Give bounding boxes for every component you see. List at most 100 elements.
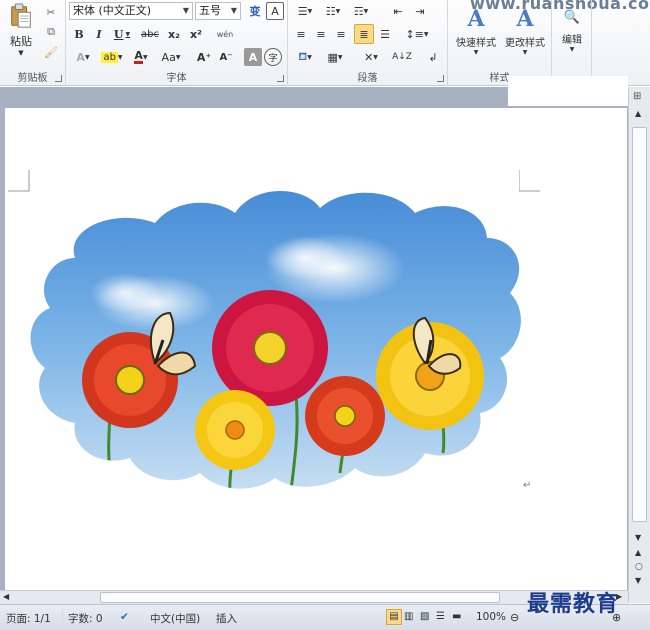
bold-button[interactable]: B [70, 25, 88, 43]
underline-button[interactable]: U ▼ [110, 25, 134, 43]
paint-bucket-icon: ⛾ [298, 49, 308, 63]
proofing-icon[interactable]: ✔ [120, 611, 129, 623]
reading-view-icon[interactable]: ▥ [404, 611, 413, 622]
grow-font-label: A⁺ [196, 50, 212, 64]
paste-label: 粘贴 [10, 35, 32, 48]
web-view-icon[interactable]: ▧ [420, 611, 429, 622]
status-words[interactable]: 字数: 0 [68, 611, 103, 626]
font-name-combo[interactable]: 宋体 (中文正文) ▼ [69, 2, 193, 20]
cut-button[interactable]: ✂ [42, 4, 60, 20]
font-color-button[interactable]: A ▼ [128, 48, 154, 66]
yellow-flower-bottom [195, 390, 275, 470]
scroll-down-icon[interactable]: ▼ [635, 533, 641, 542]
font-size-combo[interactable]: 五号 ▼ [195, 2, 241, 20]
borders-button[interactable]: ▦ ▼ [322, 48, 348, 66]
superscript-label: x² [190, 27, 202, 41]
scroll-left-icon[interactable]: ◀ [3, 592, 9, 601]
status-insert-mode[interactable]: 插入 [216, 611, 237, 626]
multilevel-list-button[interactable]: ☶ ▼ [348, 2, 374, 20]
quick-styles-icon: A [467, 6, 485, 32]
scroll-thumb[interactable] [632, 127, 647, 522]
bullets-button[interactable]: ☰ ▼ [292, 2, 318, 20]
vertical-scrollbar[interactable]: ⊞ ▲ ▼ ▲ ○ ▼ [628, 87, 650, 603]
document-page[interactable]: ↵ [5, 108, 627, 591]
chevron-down-icon: ▼ [142, 53, 148, 61]
font-group-label: 字体 [166, 73, 187, 84]
highlight-button[interactable]: ab ▼ [98, 48, 126, 66]
status-language[interactable]: 中文(中国) [150, 611, 200, 626]
ruler-toggle-icon[interactable]: ⊞ [633, 91, 641, 102]
red-flower-right [305, 376, 385, 456]
distribute-button[interactable]: ☰ [376, 25, 394, 43]
editing-button[interactable]: 🔍 编辑 ▼ [556, 2, 588, 60]
shrink-font-button[interactable]: A⁻ [216, 48, 236, 66]
chevron-down-icon: ▼ [175, 53, 181, 61]
increase-indent-button[interactable]: ⇥ [410, 2, 430, 20]
change-styles-button[interactable]: A 更改样式 ▼ [500, 2, 550, 60]
text-effect-icon: A [76, 50, 85, 64]
brush-icon: 🖌 [44, 45, 58, 59]
align-center-icon: ≡ [316, 27, 326, 41]
superscript-button[interactable]: x² [186, 25, 206, 43]
enclose-char-button[interactable]: 字 [264, 48, 282, 66]
chevron-down-icon: ▼ [569, 45, 575, 53]
copy-icon: ⧉ [47, 25, 55, 38]
clear-format-button[interactable]: wén [212, 25, 238, 43]
print-layout-view-icon[interactable]: ▤ [386, 609, 402, 625]
text-effect-button[interactable]: A ▼ [70, 48, 96, 66]
chevron-down-icon: ▼ [84, 53, 90, 61]
clipboard-launcher[interactable] [55, 75, 62, 82]
draft-view-icon[interactable]: ▬ [452, 611, 461, 622]
char-border-button[interactable]: A [266, 2, 284, 20]
scroll-up-icon[interactable]: ▲ [635, 109, 641, 118]
align-center-button[interactable]: ≡ [312, 25, 330, 43]
browse-object-icon[interactable]: ○ [635, 562, 643, 572]
grow-font-button[interactable]: A⁺ [194, 48, 214, 66]
font-launcher[interactable] [277, 75, 284, 82]
italic-button[interactable]: I [90, 25, 108, 43]
prev-page-icon[interactable]: ▲ [635, 548, 641, 557]
chinese-layout-button[interactable]: ✕ ▼ [358, 48, 384, 66]
zoom-out-icon[interactable]: ⊖ [510, 611, 519, 624]
line-spacing-button[interactable]: ↕≡ ▼ [404, 25, 430, 43]
paste-icon [11, 3, 31, 28]
chevron-down-icon: ▼ [423, 30, 429, 38]
align-right-button[interactable]: ≡ [332, 25, 350, 43]
hscroll-thumb[interactable] [100, 592, 500, 603]
numbering-button[interactable]: ☷ ▼ [320, 2, 346, 20]
chevron-down-icon: ▼ [335, 7, 341, 15]
copy-button[interactable]: ⧉ [42, 24, 60, 40]
chevron-down-icon: ▼ [373, 53, 378, 61]
cloud-flower-picture[interactable]: ↵ [5, 108, 627, 591]
change-case-button[interactable]: Aa ▼ [158, 48, 184, 66]
align-right-icon: ≡ [336, 27, 346, 41]
shading-button[interactable]: ⛾ ▼ [292, 48, 318, 66]
justify-button[interactable]: ≣ [354, 24, 374, 44]
phonetic-guide-label: 变 [249, 5, 261, 18]
phonetic-guide-button[interactable]: 变 [246, 2, 264, 20]
outline-view-icon[interactable]: ☰ [436, 611, 445, 622]
styles-group: A 快速样式 ▼ A 更改样式 ▼ 样式 [448, 0, 552, 86]
status-page[interactable]: 页面: 1/1 [6, 611, 51, 626]
status-zoom[interactable]: 100% [476, 611, 506, 623]
change-case-label: Aa [161, 50, 176, 64]
picture-content [30, 190, 521, 489]
chinese-layout-icon: ✕ [364, 50, 374, 64]
bold-label: B [74, 27, 84, 41]
format-painter-button[interactable]: 🖌 [42, 44, 60, 60]
quick-styles-button[interactable]: A 快速样式 ▼ [452, 2, 500, 60]
align-left-button[interactable]: ≡ [292, 25, 310, 43]
show-marks-button[interactable]: ↲ [424, 48, 442, 66]
font-size-value: 五号 [199, 4, 221, 17]
char-shading-button[interactable]: A [244, 48, 262, 66]
paste-button[interactable]: 粘贴 ▼ [4, 2, 38, 58]
next-page-icon[interactable]: ▼ [635, 576, 641, 585]
sort-button[interactable]: A↓Z [392, 48, 412, 66]
strikethrough-button[interactable]: abc [138, 25, 162, 43]
subscript-button[interactable]: x₂ [164, 25, 184, 43]
numbered-list-icon: ☷ [325, 4, 336, 18]
decrease-indent-button[interactable]: ⇤ [388, 2, 408, 20]
char-shading-label: A [248, 50, 258, 64]
editing-group: 🔍 编辑 ▼ [552, 0, 592, 86]
paragraph-launcher[interactable] [437, 75, 444, 82]
